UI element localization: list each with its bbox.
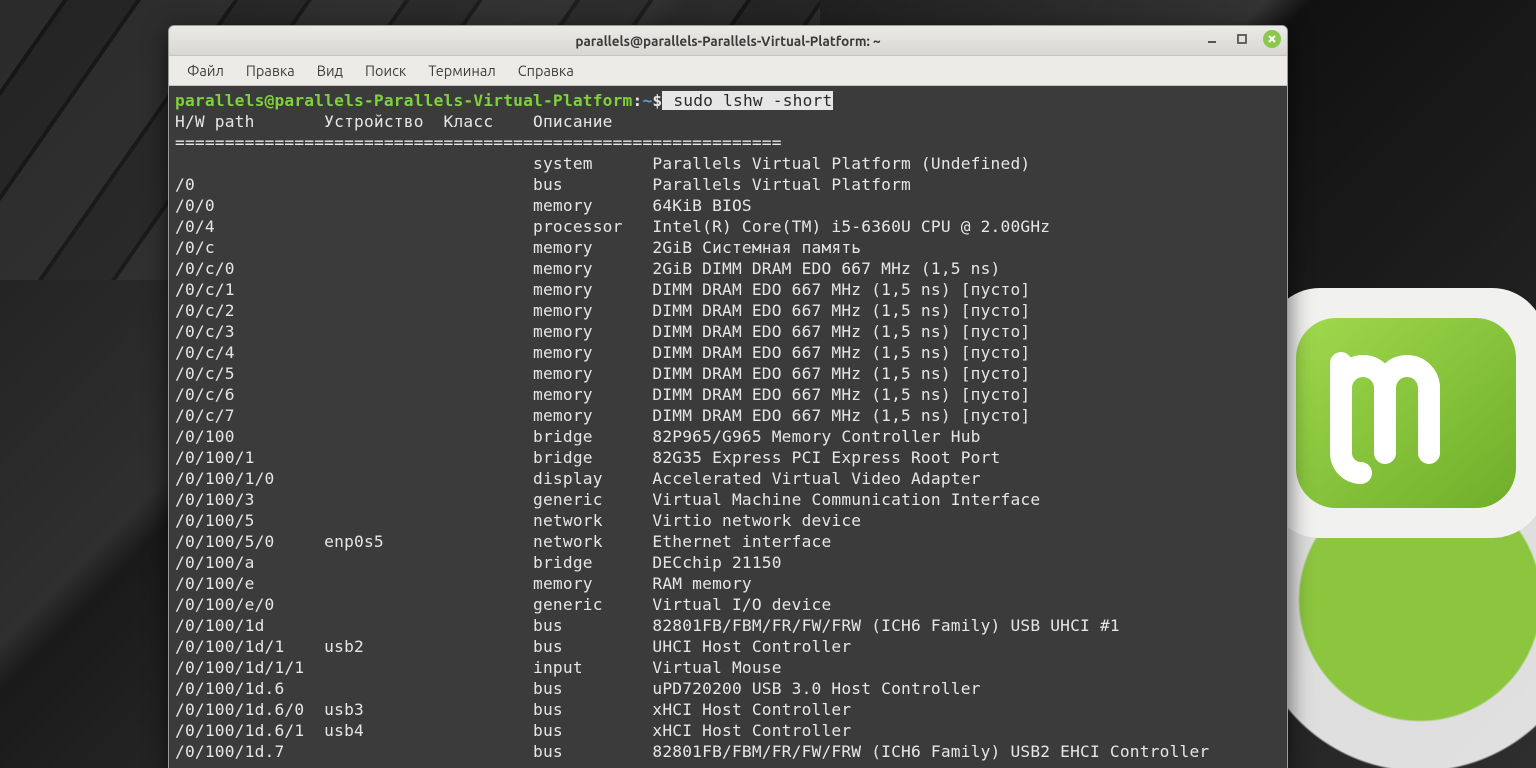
prompt-user-host: parallels@parallels-Parallels-Virtual-Pl… bbox=[175, 91, 633, 110]
lshw-row: /0 bus Parallels Virtual Platform bbox=[175, 174, 1281, 195]
prompt-line: parallels@parallels-Parallels-Virtual-Pl… bbox=[175, 90, 1281, 111]
lshw-row: /0/100/1d bus 82801FB/FBM/FR/FW/FRW (ICH… bbox=[175, 615, 1281, 636]
maximize-button[interactable] bbox=[1233, 30, 1251, 48]
lshw-row: /0/c/5 memory DIMM DRAM EDO 667 MHz (1,5… bbox=[175, 363, 1281, 384]
terminal-window: parallels@parallels-Parallels-Virtual-Pl… bbox=[168, 25, 1288, 768]
menu-bar: Файл Правка Вид Поиск Терминал Справка bbox=[169, 56, 1287, 86]
lshw-row: /0/100/5 network Virtio network device bbox=[175, 510, 1281, 531]
lshw-row: /0/0 memory 64KiB BIOS bbox=[175, 195, 1281, 216]
lshw-row: /0/100/a bridge DECchip 21150 bbox=[175, 552, 1281, 573]
lshw-row: /0/c/3 memory DIMM DRAM EDO 667 MHz (1,5… bbox=[175, 321, 1281, 342]
lshw-row: /0/4 processor Intel(R) Core(TM) i5-6360… bbox=[175, 216, 1281, 237]
mint-logo-icon bbox=[1246, 248, 1536, 568]
lshw-row: /0/100/1d.6/0 usb3 bus xHCI Host Control… bbox=[175, 699, 1281, 720]
lshw-row: /0/c/0 memory 2GiB DIMM DRAM EDO 667 MHz… bbox=[175, 258, 1281, 279]
lshw-row: /0/c/7 memory DIMM DRAM EDO 667 MHz (1,5… bbox=[175, 405, 1281, 426]
close-button[interactable] bbox=[1263, 30, 1281, 48]
menu-search[interactable]: Поиск bbox=[355, 58, 416, 83]
lshw-separator: ========================================… bbox=[175, 132, 1281, 153]
lshw-row: /0/c memory 2GiB Системная память bbox=[175, 237, 1281, 258]
lshw-row: /0/100/5/0 enp0s5 network Ethernet inter… bbox=[175, 531, 1281, 552]
lshw-row: /0/100/3 generic Virtual Machine Communi… bbox=[175, 489, 1281, 510]
menu-edit[interactable]: Правка bbox=[236, 58, 305, 83]
menu-view[interactable]: Вид bbox=[307, 58, 353, 83]
menu-help[interactable]: Справка bbox=[508, 58, 584, 83]
terminal-output[interactable]: parallels@parallels-Parallels-Virtual-Pl… bbox=[169, 86, 1287, 768]
lshw-row: /0/100/1d/1 usb2 bus UHCI Host Controlle… bbox=[175, 636, 1281, 657]
window-controls bbox=[1203, 30, 1281, 48]
window-title: parallels@parallels-Parallels-Virtual-Pl… bbox=[575, 33, 880, 49]
prompt-path: ~ bbox=[642, 91, 652, 110]
lshw-row: /0/100/1 bridge 82G35 Express PCI Expres… bbox=[175, 447, 1281, 468]
lshw-row: /0/100/1/0 display Accelerated Virtual V… bbox=[175, 468, 1281, 489]
minimize-button[interactable] bbox=[1203, 30, 1221, 48]
window-titlebar[interactable]: parallels@parallels-Parallels-Virtual-Pl… bbox=[169, 26, 1287, 56]
lshw-row: /0/100/e memory RAM memory bbox=[175, 573, 1281, 594]
lshw-row: /0/c/6 memory DIMM DRAM EDO 667 MHz (1,5… bbox=[175, 384, 1281, 405]
lshw-row: /0/100/e/0 generic Virtual I/O device bbox=[175, 594, 1281, 615]
lshw-row: /0/c/2 memory DIMM DRAM EDO 667 MHz (1,5… bbox=[175, 300, 1281, 321]
lshw-row: /0/100/1d.6 bus uPD720200 USB 3.0 Host C… bbox=[175, 678, 1281, 699]
lshw-row: /0/c/1 memory DIMM DRAM EDO 667 MHz (1,5… bbox=[175, 279, 1281, 300]
entered-command: sudo lshw -short bbox=[662, 91, 833, 110]
prompt-dollar: $ bbox=[652, 91, 662, 110]
lshw-row: /0/100 bridge 82P965/G965 Memory Control… bbox=[175, 426, 1281, 447]
lshw-row: system Parallels Virtual Platform (Undef… bbox=[175, 153, 1281, 174]
lshw-row: /0/100/1d.6/1 usb4 bus xHCI Host Control… bbox=[175, 720, 1281, 741]
menu-terminal[interactable]: Терминал bbox=[418, 58, 505, 83]
lshw-row: /0/100/1d.7 bus 82801FB/FBM/FR/FW/FRW (I… bbox=[175, 741, 1281, 762]
lshw-header: H/W path Устройство Класс Описание bbox=[175, 111, 1281, 132]
menu-file[interactable]: Файл bbox=[177, 58, 234, 83]
lshw-row: /0/100/1d/1/1 input Virtual Mouse bbox=[175, 657, 1281, 678]
lshw-row: /0/c/4 memory DIMM DRAM EDO 667 MHz (1,5… bbox=[175, 342, 1281, 363]
